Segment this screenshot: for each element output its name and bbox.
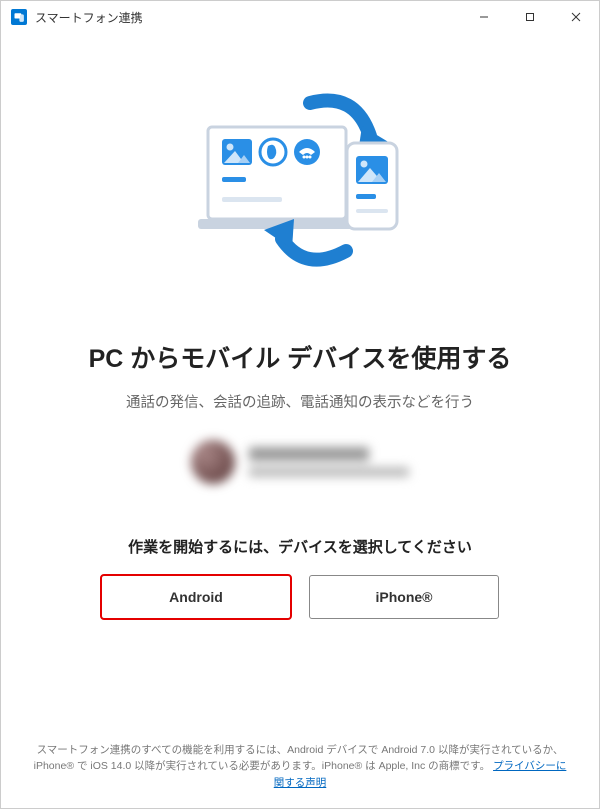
close-button[interactable]: [553, 1, 599, 33]
account-name: [249, 447, 369, 461]
footer-text: スマートフォン連携のすべての機能を利用するには、Android デバイスで An…: [34, 744, 564, 773]
account-info: [191, 440, 409, 484]
avatar: [191, 440, 235, 484]
app-icon: [11, 9, 27, 25]
account-text: [249, 447, 409, 477]
maximize-button[interactable]: [507, 1, 553, 33]
device-buttons: Android iPhone®: [101, 575, 499, 619]
hero-illustration: [190, 81, 410, 261]
account-email: [249, 467, 409, 477]
titlebar: スマートフォン連携: [1, 1, 599, 33]
page-subtitle: 通話の発信、会話の追跡、電話通知の表示などを行う: [126, 391, 474, 412]
window-controls: [461, 1, 599, 33]
iphone-button[interactable]: iPhone®: [309, 575, 499, 619]
footer: スマートフォン連携のすべての機能を利用するには、Android デバイスで An…: [1, 742, 599, 792]
page-heading: PC からモバイル デバイスを使用する: [89, 339, 512, 375]
main-content: PC からモバイル デバイスを使用する 通話の発信、会話の追跡、電話通知の表示な…: [1, 33, 599, 808]
device-select-prompt: 作業を開始するには、デバイスを選択してください: [128, 536, 472, 557]
minimize-button[interactable]: [461, 1, 507, 33]
window-title: スマートフォン連携: [35, 9, 143, 26]
android-button[interactable]: Android: [101, 575, 291, 619]
